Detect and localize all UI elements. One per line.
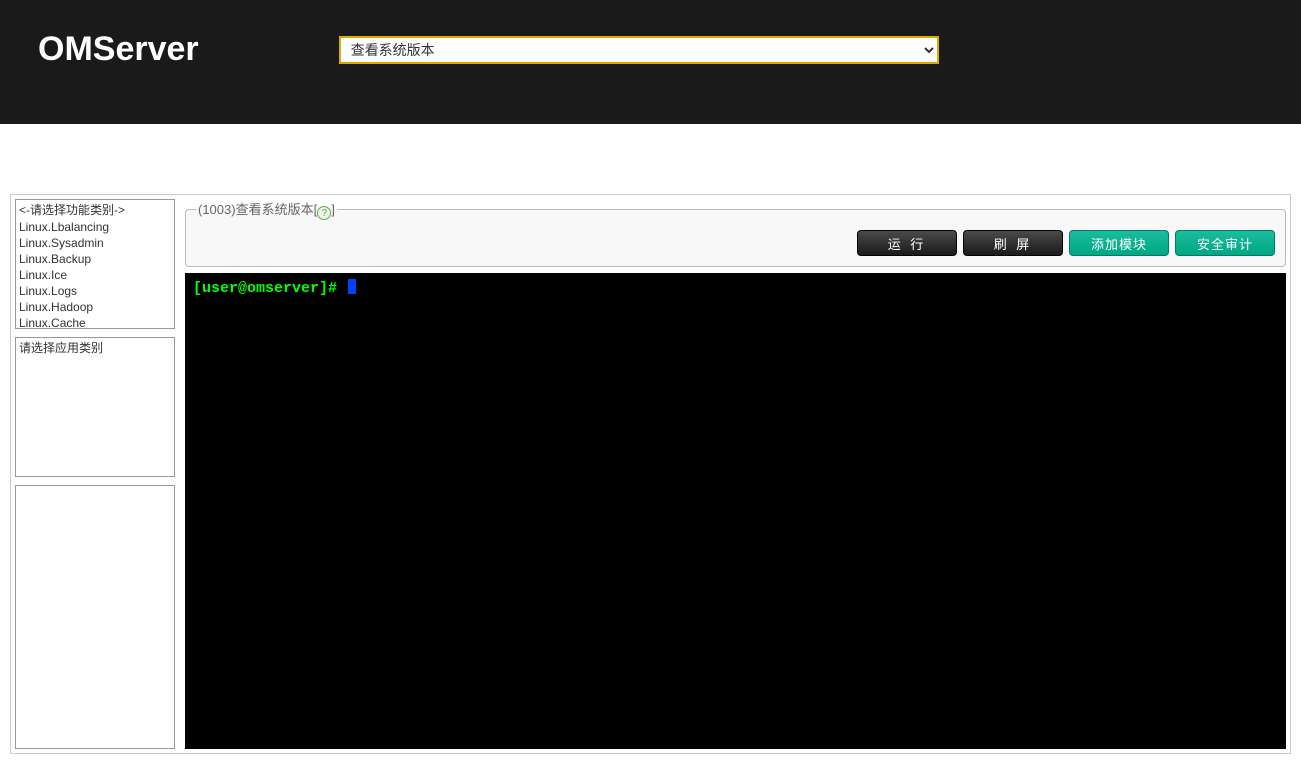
list-item[interactable]: Linux.Logs xyxy=(16,283,174,299)
refresh-button[interactable]: 刷 屏 xyxy=(963,230,1063,256)
app-header: OMServer 查看系统版本 xyxy=(0,0,1301,124)
command-select[interactable]: 查看系统版本 xyxy=(339,36,939,64)
terminal-output[interactable]: [user@omserver]# xyxy=(185,273,1286,749)
legend-bracket-close: ] xyxy=(331,202,335,217)
command-select-wrap: 查看系统版本 xyxy=(339,36,939,64)
terminal-cursor xyxy=(348,279,356,294)
add-module-button[interactable]: 添加模块 xyxy=(1069,230,1169,256)
list-item[interactable]: Linux.Hadoop xyxy=(16,299,174,315)
list-item[interactable]: 请选择应用类别 xyxy=(16,338,174,357)
list-item[interactable]: Linux.Sysadmin xyxy=(16,235,174,251)
help-icon[interactable]: ? xyxy=(317,206,331,220)
sidebar: <-请选择功能类别-> Linux.Lbalancing Linux.Sysad… xyxy=(15,199,175,749)
list-item[interactable]: Linux.Ice xyxy=(16,267,174,283)
panel-legend: (1003)查看系统版本[?] xyxy=(196,199,337,220)
legend-id: (1003) xyxy=(198,202,236,217)
content-area: (1003)查看系统版本[?] 运 行 刷 屏 添加模块 安全审计 [user@… xyxy=(185,199,1286,749)
app-listbox[interactable]: 请选择应用类别 xyxy=(15,337,175,477)
list-item[interactable]: <-请选择功能类别-> xyxy=(16,200,174,219)
category-listbox[interactable]: <-请选择功能类别-> Linux.Lbalancing Linux.Sysad… xyxy=(15,199,175,329)
list-item[interactable]: Linux.Lbalancing xyxy=(16,219,174,235)
command-panel: (1003)查看系统版本[?] 运 行 刷 屏 添加模块 安全审计 xyxy=(185,199,1286,267)
legend-title: 查看系统版本 xyxy=(236,202,314,217)
list-item[interactable]: Linux.Cache xyxy=(16,315,174,329)
terminal-prompt: [user@omserver]# xyxy=(193,280,346,297)
list-item[interactable]: Linux.Backup xyxy=(16,251,174,267)
third-listbox[interactable] xyxy=(15,485,175,749)
run-button[interactable]: 运 行 xyxy=(857,230,957,256)
main-container: <-请选择功能类别-> Linux.Lbalancing Linux.Sysad… xyxy=(10,194,1291,754)
app-title: OMServer xyxy=(38,30,199,69)
audit-button[interactable]: 安全审计 xyxy=(1175,230,1275,256)
button-row: 运 行 刷 屏 添加模块 安全审计 xyxy=(196,230,1275,256)
